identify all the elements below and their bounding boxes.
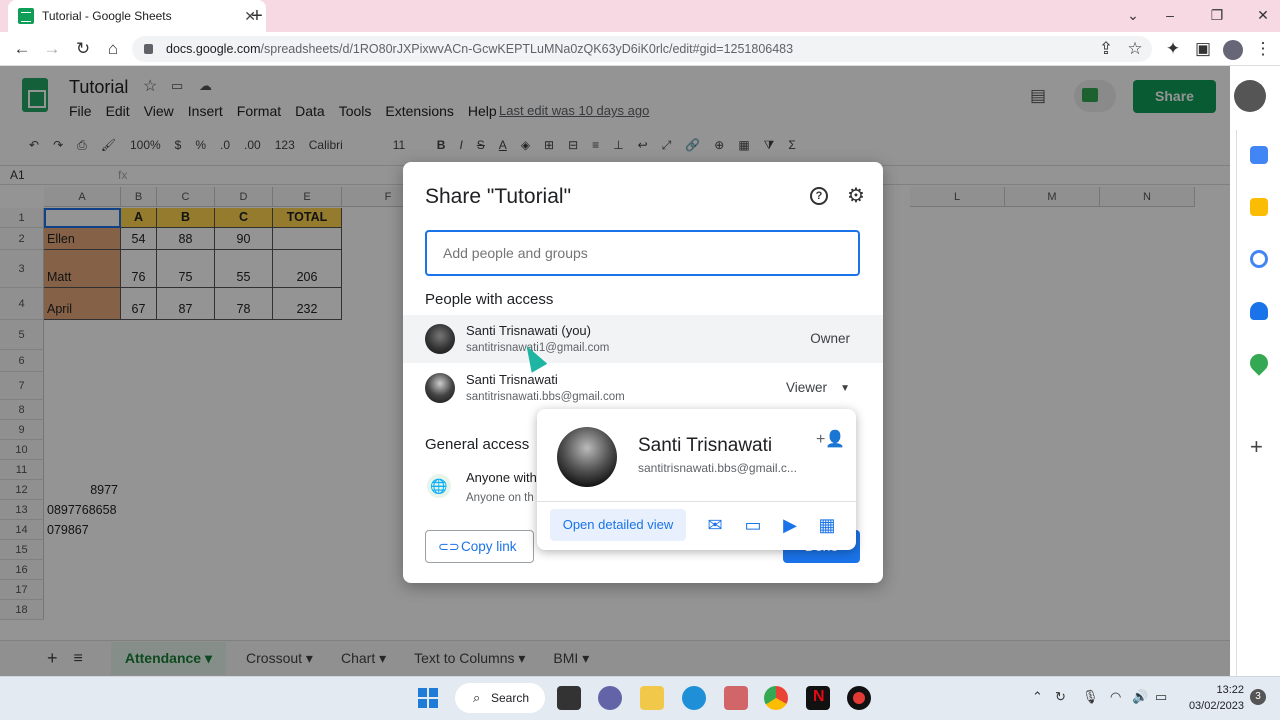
account-avatar[interactable] — [1234, 80, 1266, 112]
edge-icon[interactable] — [682, 686, 706, 710]
browser-menu-icon[interactable]: ⋮ — [1252, 39, 1274, 59]
add-people-input[interactable] — [425, 230, 860, 276]
open-detailed-view-button[interactable]: Open detailed view — [550, 509, 686, 541]
windows-start-icon[interactable] — [418, 688, 438, 708]
person-name: Santi Trisnawati (you) — [466, 323, 591, 338]
volume-icon[interactable]: 🔊 — [1132, 689, 1148, 705]
hovercard-name: Santi Trisnawati — [638, 435, 773, 456]
notification-badge[interactable]: 3 — [1250, 689, 1266, 705]
restore-icon[interactable]: ❐ — [1194, 0, 1240, 30]
taskbar-search[interactable]: ⌕ Search — [455, 683, 545, 713]
copy-link-label: Copy link — [461, 539, 517, 554]
chrome-icon[interactable] — [764, 686, 788, 710]
role-select[interactable]: Viewer — [786, 380, 827, 395]
microphone-icon[interactable]: 🎙 — [1082, 689, 1099, 705]
dialog-title: Share "Tutorial" — [425, 185, 572, 208]
email-icon[interactable]: ✉ — [704, 514, 726, 536]
minimize-icon[interactable]: – — [1147, 0, 1193, 30]
task-view-icon[interactable] — [557, 686, 581, 710]
avatar — [425, 324, 455, 354]
side-panel: + — [1236, 130, 1280, 676]
person-role: Owner — [810, 331, 850, 346]
copy-link-button[interactable]: ⊂⊃ Copy link — [425, 530, 534, 563]
tray-chevron-icon[interactable]: ⌃ — [1032, 689, 1043, 705]
add-contact-icon[interactable]: +👤 — [816, 429, 845, 449]
help-icon[interactable]: ? — [810, 187, 828, 205]
recorder-icon[interactable] — [847, 686, 871, 710]
search-icon: ⌕ — [473, 690, 481, 705]
window-close-icon[interactable]: ✕ — [1240, 0, 1280, 30]
sync-icon[interactable]: ↻ — [1055, 689, 1066, 705]
divider — [537, 501, 856, 502]
link-icon: ⊂⊃ — [438, 539, 460, 554]
general-access-description: Anyone on th — [466, 492, 534, 504]
person-row-owner[interactable]: Santi Trisnawati (you) santitrisnawati1@… — [403, 315, 883, 363]
search-label: Search — [491, 691, 530, 705]
calendar-event-icon[interactable]: ▦ — [816, 514, 838, 536]
tab-title: Tutorial - Google Sheets — [42, 9, 172, 23]
sheets-favicon-icon — [18, 8, 34, 24]
sidebar-icon[interactable]: ▣ — [1192, 39, 1214, 59]
url-path: /spreadsheets/d/1RO80rJXPixwvACn-GcwKEPT… — [260, 42, 794, 56]
taskbar-clock[interactable]: 13:22 03/02/2023 — [1184, 682, 1244, 714]
tasks-icon[interactable] — [1250, 250, 1268, 268]
bookmark-star-icon[interactable]: ☆ — [1124, 39, 1146, 59]
general-access-select[interactable]: Anyone with — [466, 470, 537, 485]
netflix-letter: N — [813, 688, 825, 705]
maps-icon[interactable] — [1246, 350, 1272, 376]
teams-icon[interactable] — [598, 686, 622, 710]
forward-icon[interactable]: → — [41, 39, 63, 59]
profile-avatar[interactable] — [1223, 40, 1243, 60]
extensions-icon[interactable]: ✦ — [1162, 39, 1184, 59]
profile-hovercard: Santi Trisnawati santitrisnawati.bbs@gma… — [537, 409, 856, 550]
snipping-tool-icon[interactable] — [724, 686, 748, 710]
person-row-viewer[interactable]: Santi Trisnawati santitrisnawati.bbs@gma… — [403, 364, 883, 412]
person-name: Santi Trisnawati — [466, 372, 558, 387]
person-email: santitrisnawati.bbs@gmail.com — [466, 391, 625, 403]
keep-icon[interactable] — [1250, 198, 1268, 216]
people-with-access-heading: People with access — [425, 291, 554, 308]
avatar — [425, 373, 455, 403]
video-call-icon[interactable]: ▶ — [779, 514, 801, 536]
wifi-icon[interactable]: ◠ — [1110, 689, 1121, 705]
time: 13:22 — [1216, 684, 1244, 696]
chat-icon[interactable]: ▭ — [742, 514, 764, 536]
globe-icon: 🌐 — [427, 474, 451, 498]
battery-icon[interactable]: ▭ — [1155, 689, 1167, 705]
new-tab-button[interactable]: + — [245, 4, 269, 28]
contacts-icon[interactable] — [1250, 302, 1268, 320]
url-field[interactable]: docs.google.com/spreadsheets/d/1RO80rJXP… — [132, 36, 1152, 62]
browser-tab[interactable]: Tutorial - Google Sheets ✕ — [8, 0, 266, 32]
share-page-icon[interactable]: ⇪ — [1095, 39, 1117, 59]
record-dot — [853, 692, 865, 704]
general-access-heading: General access — [425, 436, 530, 453]
file-explorer-icon[interactable] — [640, 686, 664, 710]
reload-icon[interactable]: ↻ — [72, 39, 94, 59]
hovercard-avatar — [557, 427, 617, 487]
netflix-icon[interactable]: N — [806, 686, 830, 710]
home-icon[interactable]: ⌂ — [102, 39, 124, 59]
back-icon[interactable]: ← — [11, 39, 33, 59]
lock-icon — [144, 44, 153, 54]
add-addon-icon[interactable]: + — [1250, 434, 1263, 460]
url-host: docs.google.com — [166, 42, 261, 56]
gear-icon[interactable]: ⚙ — [847, 186, 865, 206]
calendar-icon[interactable] — [1250, 146, 1268, 164]
date: 03/02/2023 — [1188, 700, 1244, 712]
dropdown-arrow-icon[interactable]: ▼ — [840, 383, 850, 394]
hovercard-email: santitrisnawati.bbs@gmail.c... — [638, 461, 797, 475]
